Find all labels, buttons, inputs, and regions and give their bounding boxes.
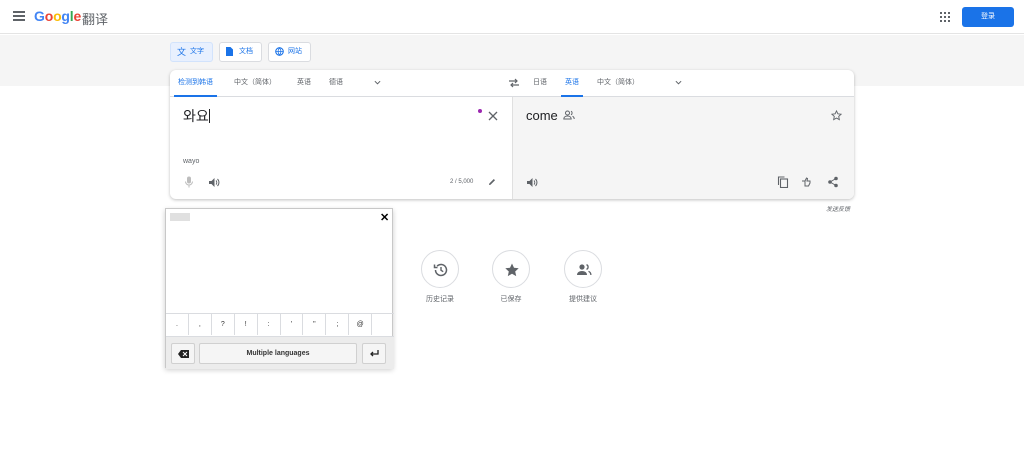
history-label: 历史记录 [426,296,454,303]
signin-button[interactable]: 登录 [962,7,1014,27]
microphone-icon[interactable] [184,176,194,188]
source-pane: 와요 wayo 2 / 5,000 [170,97,512,199]
apps-grid-icon[interactable] [940,12,950,22]
website-mode-button[interactable]: 网站 [268,42,311,62]
document-mode-button[interactable]: 文档 [219,42,262,62]
speaker-icon[interactable] [208,177,220,188]
source-lang-chinese[interactable]: 中文（简体） [230,70,280,97]
source-lang-german[interactable]: 德语 [325,70,347,97]
keyboard-bottom-row: Multiple languages [166,336,394,369]
language-bar: 检测到韩语 中文（简体） 英语 德语 日语 英语 中文（简体） [170,70,854,97]
keyboard-key[interactable]: @ [349,314,373,335]
chevron-down-icon[interactable] [374,79,381,86]
history-icon [433,263,448,277]
keyboard-key[interactable]: : [258,314,281,335]
google-logo[interactable]: Google [34,8,81,24]
send-feedback-link[interactable]: 发送反馈 [826,204,850,213]
translated-text: come [526,108,558,123]
community-icon [577,264,592,276]
language-select-button[interactable]: Multiple languages [199,343,357,364]
swap-languages-icon[interactable] [508,78,520,88]
star-icon[interactable] [831,110,842,121]
saved-button[interactable] [492,250,530,288]
backspace-button[interactable] [171,343,195,364]
translation-card: 检测到韩语 中文（简体） 英语 德语 日语 英语 中文（简体） 와요 wayo … [170,70,854,199]
keyboard-key[interactable]: ? [212,314,235,335]
text-caret [208,109,210,123]
keyboard-key[interactable] [372,314,394,335]
text-mode-label: 文字 [190,48,204,55]
target-lang-chinese[interactable]: 中文（简体） [593,70,643,97]
contribute-button[interactable] [564,250,602,288]
target-pane: come [512,97,854,199]
target-lang-english[interactable]: 英语 [561,70,583,97]
keyboard-key[interactable]: ' [281,314,304,335]
source-text-input[interactable]: 와요 [183,106,210,126]
community-icon[interactable] [563,110,575,120]
virtual-keyboard: ✕ . , ? ! : ' " ; @ Multiple languages [165,208,394,369]
top-bar: Google 翻译 登录 [0,0,1024,34]
keyboard-key[interactable]: " [303,314,327,335]
source-lang-detected[interactable]: 检测到韩语 [174,70,217,97]
character-counter: 2 / 5,000 [450,179,474,185]
copy-icon[interactable] [777,176,789,188]
speaker-icon[interactable] [526,177,538,188]
globe-icon [275,47,284,58]
document-icon [226,47,233,58]
contribute-label: 提供建议 [569,296,597,303]
enter-button[interactable] [362,343,386,364]
history-button[interactable] [421,250,459,288]
source-text: 와요 [183,108,209,124]
star-icon [505,263,519,277]
keyboard-key[interactable]: , [189,314,212,335]
pencil-icon[interactable] [488,178,496,186]
keyboard-key[interactable]: . [166,314,189,335]
product-name: 翻译 [82,12,109,27]
chevron-down-icon[interactable] [675,79,682,86]
target-lang-japanese[interactable]: 日语 [529,70,551,97]
keyboard-key-row: . , ? ! : ' " ; @ [166,313,394,335]
backspace-icon [177,350,189,358]
website-mode-label: 网站 [288,48,302,55]
hamburger-menu-icon[interactable] [13,11,25,21]
translate-icon: 文 [177,47,187,57]
clear-text-icon[interactable] [488,111,498,121]
saved-label: 已保存 [500,296,522,303]
close-icon[interactable]: ✕ [380,211,389,224]
status-dot [478,109,482,113]
document-mode-label: 文档 [239,48,253,55]
keyboard-title-bar[interactable] [170,213,190,221]
rate-translation-icon[interactable] [801,176,813,188]
text-mode-button[interactable]: 文 文字 [170,42,213,62]
keyboard-key[interactable]: ! [235,314,258,335]
transliteration: wayo [183,158,200,165]
keyboard-key[interactable]: ; [326,314,350,335]
share-icon[interactable] [827,176,839,188]
enter-icon [370,350,379,357]
source-lang-english[interactable]: 英语 [293,70,315,97]
